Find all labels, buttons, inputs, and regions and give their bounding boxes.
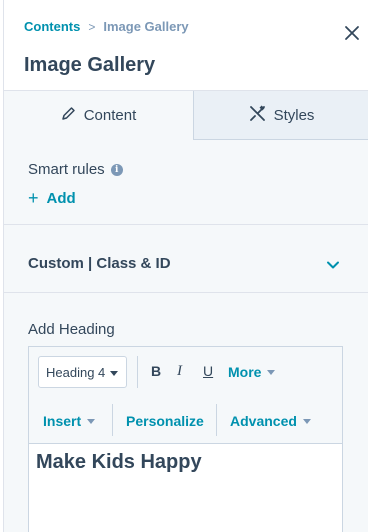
editor-content[interactable]: Make Kids Happy bbox=[36, 451, 202, 474]
caret-down-icon bbox=[302, 418, 311, 424]
personalize-button[interactable]: Personalize bbox=[126, 413, 204, 429]
more-dropdown[interactable]: More bbox=[228, 364, 276, 380]
tab-content[interactable]: Content bbox=[4, 91, 194, 140]
format-select[interactable]: Heading 4 bbox=[38, 356, 127, 388]
add-heading-label: Add Heading bbox=[28, 321, 115, 338]
italic-button[interactable]: I bbox=[177, 363, 182, 380]
breadcrumb-separator: > bbox=[88, 19, 96, 34]
module-editor-panel: Contents > Image Gallery Image Gallery C… bbox=[3, 0, 368, 532]
breadcrumb-current: Image Gallery bbox=[103, 19, 189, 34]
add-label: Add bbox=[46, 189, 76, 207]
caret-down-icon bbox=[87, 418, 96, 424]
add-smart-rule-button[interactable]: + Add bbox=[28, 189, 76, 207]
plus-icon: + bbox=[28, 188, 39, 208]
custom-class-id-label: Custom | Class & ID bbox=[28, 255, 171, 272]
editor-tabs: Content Styles bbox=[4, 91, 368, 140]
personalize-label: Personalize bbox=[126, 413, 204, 429]
toolbar-divider bbox=[137, 356, 138, 388]
breadcrumb-contents-link[interactable]: Contents bbox=[24, 19, 80, 34]
advanced-label: Advanced bbox=[230, 413, 297, 429]
bold-button[interactable]: B bbox=[151, 363, 161, 379]
chevron-down-icon[interactable] bbox=[326, 257, 340, 269]
insert-dropdown[interactable]: Insert bbox=[43, 413, 96, 429]
smart-rules-label: Smart rules bbox=[28, 161, 105, 178]
editor-toolbar: Heading 4 B I U More Insert Personalize … bbox=[29, 347, 342, 444]
tab-styles[interactable]: Styles bbox=[194, 91, 368, 140]
tab-content-label: Content bbox=[83, 107, 137, 124]
smart-rules-label-row: Smart rules i bbox=[28, 161, 123, 178]
breadcrumb: Contents > Image Gallery bbox=[24, 19, 189, 34]
format-select-value: Heading 4 bbox=[46, 364, 106, 380]
more-label: More bbox=[228, 364, 262, 380]
insert-label: Insert bbox=[43, 413, 82, 429]
info-icon[interactable]: i bbox=[110, 163, 123, 176]
smart-rules-section: Smart rules i + Add bbox=[4, 140, 368, 225]
rich-text-editor: Heading 4 B I U More Insert Personalize … bbox=[28, 346, 343, 532]
tab-styles-label: Styles bbox=[273, 106, 315, 124]
panel-header: Contents > Image Gallery Image Gallery bbox=[4, 0, 368, 91]
close-icon[interactable] bbox=[343, 24, 361, 42]
custom-class-id-section[interactable]: Custom | Class & ID bbox=[4, 225, 368, 293]
caret-down-icon bbox=[267, 369, 276, 375]
advanced-dropdown[interactable]: Advanced bbox=[230, 413, 311, 429]
underline-button[interactable]: U bbox=[203, 363, 213, 379]
caret-down-icon bbox=[110, 371, 118, 376]
panel-title: Image Gallery bbox=[24, 54, 156, 76]
pencil-icon bbox=[61, 106, 76, 125]
toolbar-divider bbox=[216, 404, 217, 436]
toolbar-divider bbox=[112, 404, 113, 436]
brush-icon bbox=[249, 105, 266, 126]
